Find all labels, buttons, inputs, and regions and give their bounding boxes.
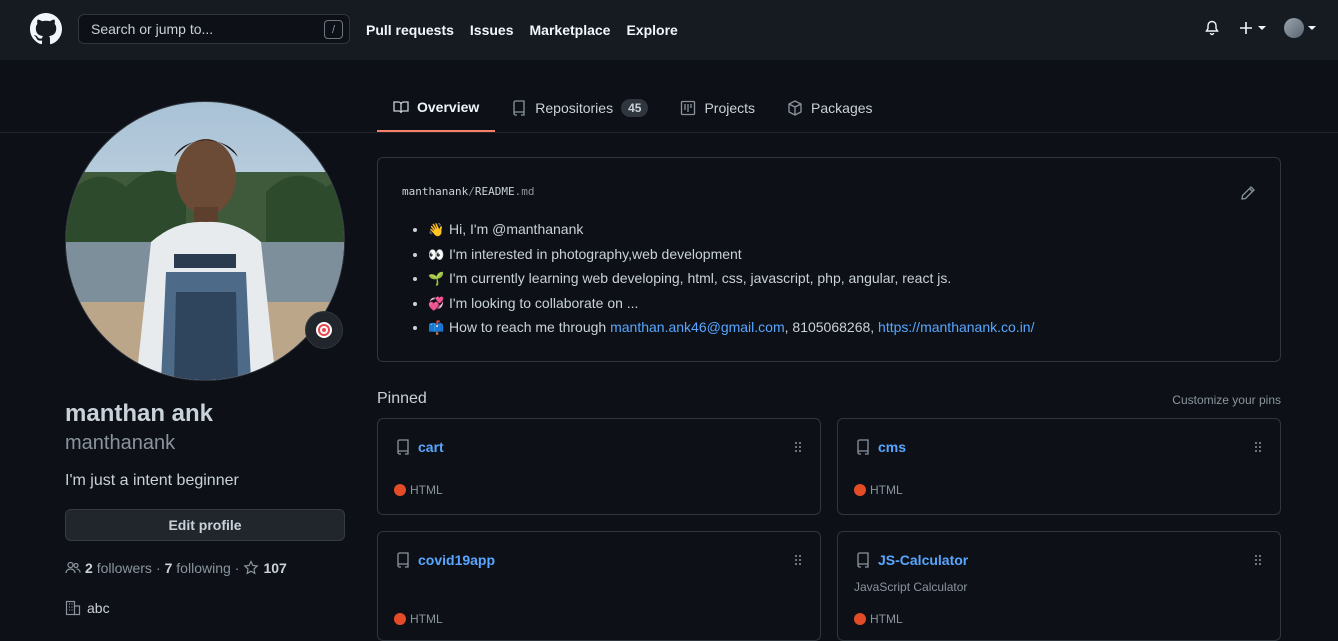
chevron-down-icon [1308, 26, 1316, 30]
tab-projects-label: Projects [704, 100, 756, 116]
bell-icon[interactable] [1204, 20, 1220, 36]
followers-link[interactable]: 2 followers [85, 560, 152, 576]
waving-hand-icon: 👋 [428, 222, 445, 237]
readme-file[interactable]: README [475, 185, 515, 198]
organization-name: abc [87, 600, 110, 616]
list-item: 🌱I'm currently learning web developing, … [428, 269, 1034, 294]
tab-overview[interactable]: Overview [377, 84, 496, 132]
hearts-icon: 💞 [428, 295, 445, 311]
list-item: 👋Hi, I'm @manthanank [428, 220, 1034, 245]
top-header: Search or jump to... / Pull requests Iss… [0, 0, 1338, 60]
profile-username: manthanank [65, 432, 176, 454]
global-nav: Pull requests Issues Marketplace Explore [366, 22, 678, 38]
search-placeholder: Search or jump to... [91, 21, 214, 37]
readme-owner[interactable]: manthanank [402, 185, 468, 198]
readme-path: manthanank/README.md [402, 185, 535, 198]
tab-packages[interactable]: Packages [771, 84, 888, 132]
repositories-count-badge: 45 [621, 99, 649, 117]
repo-icon [513, 100, 525, 116]
drag-handle-icon[interactable] [1254, 554, 1262, 566]
people-icon [65, 561, 81, 574]
following-link[interactable]: 7 following [165, 560, 231, 576]
profile-bio: I'm just a intent beginner [65, 472, 239, 489]
profile-readme: manthanank/README.md 👋Hi, I'm @manthanan… [377, 157, 1281, 362]
language-color-dot [854, 613, 866, 625]
tab-projects[interactable]: Projects [664, 84, 771, 132]
drag-handle-icon[interactable] [794, 441, 802, 453]
chevron-down-icon [1258, 26, 1266, 30]
readme-list: 👋Hi, I'm @manthanank 👀I'm interested in … [412, 220, 1034, 343]
profile-photo-image [66, 102, 344, 380]
drag-handle-icon[interactable] [1254, 441, 1262, 453]
repo-icon [857, 552, 869, 568]
list-item: 📫How to reach me through manthan.ank46@g… [428, 318, 1034, 343]
header-actions [1204, 18, 1316, 38]
project-icon [681, 100, 696, 116]
repo-link[interactable]: cms [878, 439, 906, 455]
pinned-repo-card: covid19app HTML [377, 531, 821, 641]
repo-language: HTML [394, 612, 443, 626]
book-icon [393, 101, 409, 114]
nav-issues[interactable]: Issues [470, 22, 514, 38]
language-color-dot [394, 484, 406, 496]
search-input[interactable]: Search or jump to... / [78, 14, 350, 44]
tab-packages-label: Packages [811, 100, 873, 116]
package-icon [788, 100, 802, 116]
repo-icon [397, 439, 409, 455]
list-item: 💞I'm looking to collaborate on ... [428, 294, 1034, 319]
drag-handle-icon[interactable] [794, 554, 802, 566]
user-menu[interactable] [1284, 18, 1316, 38]
pinned-heading: Pinned [377, 390, 427, 407]
language-color-dot [394, 613, 406, 625]
pinned-repo-card: JS-Calculator JavaScript Calculator HTML [837, 531, 1281, 641]
nav-pull-requests[interactable]: Pull requests [366, 22, 454, 38]
eyes-icon: 👀 [428, 246, 445, 262]
tab-overview-label: Overview [417, 99, 480, 115]
avatar [1284, 18, 1304, 38]
repo-link[interactable]: covid19app [418, 552, 495, 568]
website-link[interactable]: https://manthanank.co.in/ [878, 319, 1034, 335]
list-item: 👀I'm interested in photography,web devel… [428, 245, 1034, 270]
pinned-repo-card: cart HTML [377, 418, 821, 515]
pinned-repo-card: cms HTML [837, 418, 1281, 515]
tab-repositories[interactable]: Repositories 45 [495, 84, 664, 132]
separator: · [234, 560, 240, 576]
mailbox-icon: 📫 [428, 320, 445, 335]
nav-explore[interactable]: Explore [626, 22, 677, 38]
organization-icon [65, 600, 81, 616]
repo-icon [397, 552, 409, 568]
plus-icon [1240, 22, 1252, 34]
slash-key-hint: / [324, 20, 343, 39]
star-icon [243, 560, 260, 575]
seedling-icon: 🌱 [428, 271, 445, 286]
repo-icon [857, 439, 869, 455]
repo-language: HTML [854, 483, 903, 497]
status-emoji-button[interactable] [305, 311, 343, 349]
target-icon [316, 322, 332, 338]
repo-language: HTML [394, 483, 443, 497]
email-link[interactable]: manthan.ank46@gmail.com [610, 319, 785, 335]
profile-name: manthan ank [65, 400, 214, 427]
customize-pins-link[interactable]: Customize your pins [1172, 393, 1281, 407]
profile-avatar[interactable] [65, 101, 345, 381]
edit-profile-button[interactable]: Edit profile [65, 509, 345, 541]
repo-link[interactable]: cart [418, 439, 444, 455]
nav-marketplace[interactable]: Marketplace [530, 22, 611, 38]
repo-language: HTML [854, 612, 903, 626]
language-color-dot [854, 484, 866, 496]
separator: · [155, 560, 161, 576]
profile-organization: abc [65, 600, 110, 616]
pencil-icon[interactable] [1240, 185, 1256, 201]
create-new-menu[interactable] [1238, 20, 1266, 36]
repo-description: JavaScript Calculator [854, 580, 968, 594]
stars-link[interactable]: 107 [243, 560, 287, 576]
tab-repositories-label: Repositories [535, 100, 614, 116]
github-logo-icon[interactable] [30, 13, 62, 45]
repo-link[interactable]: JS-Calculator [878, 552, 968, 568]
follow-stats: 2 followers · 7 following · 107 [65, 560, 287, 576]
